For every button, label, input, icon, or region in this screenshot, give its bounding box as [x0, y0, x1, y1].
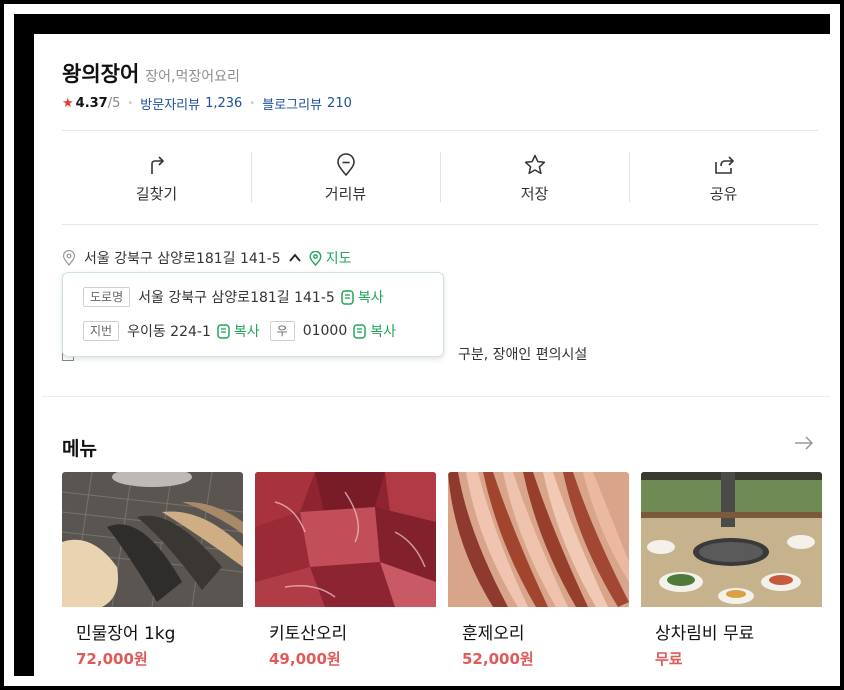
rating-star-icon: ★	[62, 96, 74, 111]
menu-photo-eel	[62, 472, 243, 607]
chevron-up-icon[interactable]	[288, 253, 301, 263]
menu-section-title: 메뉴	[62, 438, 97, 460]
share-label: 공유	[709, 184, 738, 203]
divider-actions	[62, 224, 818, 225]
streetview-label: 거리뷰	[324, 184, 367, 203]
address-detail-popup: 도로명 서울 강북구 삼양로181길 141-5 복사 지번 우이동 224-1	[62, 272, 444, 357]
star-icon	[524, 154, 545, 174]
zip-tag: 우	[269, 321, 295, 341]
map-link[interactable]: 지도	[309, 248, 352, 268]
menu-list: 민물장어 1kg 72,000원 키토산오리 49,000원 훈제오리 52,0…	[62, 472, 822, 676]
divider-top	[62, 130, 818, 131]
road-address-tag: 도로명	[83, 287, 131, 307]
blog-review-link[interactable]: 블로그리뷰	[262, 94, 322, 113]
copy-label: 복사	[357, 290, 384, 306]
copy-label: 복사	[370, 324, 396, 340]
lot-address-text: 우이동 224-1	[127, 324, 211, 340]
copy-lot-address-button[interactable]: 복사	[217, 321, 260, 341]
menu-item[interactable]: 상차림비 무료 무료	[641, 472, 822, 676]
copy-icon	[217, 323, 230, 339]
menu-item[interactable]: 민물장어 1kg 72,000원	[62, 472, 243, 676]
place-category: 장어,먹장어요리	[145, 69, 240, 85]
action-bar: 길찾기 거리뷰 저장 공유	[62, 146, 818, 210]
streetview-pin-icon	[336, 152, 355, 176]
menu-item-name: 키토산오리	[269, 624, 348, 644]
directions-button[interactable]: 길찾기	[62, 146, 251, 210]
inner-frame: 왕의장어 장어,먹장어요리 ★ 4.37 /5 • 방문자리뷰 1,236 • …	[14, 14, 830, 676]
separator-dot: •	[127, 98, 134, 109]
copy-icon	[353, 323, 366, 339]
section-divider	[42, 396, 830, 397]
menu-item-name: 상차림비 무료	[655, 624, 755, 644]
copy-zip-button[interactable]: 복사	[353, 321, 396, 341]
menu-item[interactable]: 훈제오리 52,000원	[448, 472, 629, 676]
share-icon	[714, 155, 734, 174]
menu-item-price: 52,000원	[462, 650, 534, 668]
copy-road-address-button[interactable]: 복사	[341, 287, 384, 307]
zip-code: 01000	[302, 323, 348, 339]
facilities-text: 구분, 장애인 편의시설	[458, 347, 588, 363]
share-button[interactable]: 공유	[629, 146, 818, 210]
rating-score: 4.37	[75, 96, 108, 111]
menu-item-price: 72,000원	[76, 650, 148, 668]
save-label: 저장	[520, 184, 549, 203]
menu-photo-table-setting	[641, 472, 822, 607]
copy-label: 복사	[233, 324, 260, 340]
lot-address-row: 지번 우이동 224-1 복사 우 01000 복사	[83, 321, 396, 341]
visitor-review-link[interactable]: 방문자리뷰	[140, 94, 200, 113]
map-link-label: 지도	[325, 251, 352, 267]
lot-address-tag: 지번	[83, 321, 120, 341]
address-text: 서울 강북구 삼양로181길 141-5	[84, 251, 281, 267]
location-pin-icon	[62, 250, 76, 266]
save-button[interactable]: 저장	[440, 146, 629, 210]
menu-item-name: 훈제오리	[462, 624, 525, 644]
blog-review-count[interactable]: 210	[327, 96, 352, 111]
rating-max: /5	[107, 96, 121, 111]
map-pin-icon	[309, 250, 322, 266]
rating-row: ★ 4.37 /5 • 방문자리뷰 1,236 • 블로그리뷰 210	[62, 94, 352, 113]
place-card: 왕의장어 장어,먹장어요리 ★ 4.37 /5 • 방문자리뷰 1,236 • …	[34, 34, 830, 676]
address-row: 서울 강북구 삼양로181길 141-5 지도	[62, 248, 351, 268]
arrow-right-icon[interactable]	[794, 436, 814, 450]
menu-item[interactable]: 키토산오리 49,000원	[255, 472, 436, 676]
separator-dot: •	[249, 98, 256, 109]
menu-photo-smoked-duck	[448, 472, 629, 607]
directions-icon	[150, 155, 164, 174]
directions-label: 길찾기	[135, 184, 178, 203]
visitor-review-count[interactable]: 1,236	[205, 96, 242, 111]
title-row: 왕의장어 장어,먹장어요리	[62, 58, 240, 88]
menu-item-name: 민물장어 1kg	[76, 624, 176, 644]
menu-item-price: 무료	[655, 650, 683, 668]
road-address-row: 도로명 서울 강북구 삼양로181길 141-5 복사	[83, 287, 384, 307]
menu-photo-duck	[255, 472, 436, 607]
menu-item-price: 49,000원	[269, 650, 341, 668]
copy-icon	[341, 289, 354, 305]
place-title: 왕의장어	[62, 62, 140, 86]
streetview-button[interactable]: 거리뷰	[251, 146, 440, 210]
road-address-text: 서울 강북구 삼양로181길 141-5	[138, 290, 335, 306]
